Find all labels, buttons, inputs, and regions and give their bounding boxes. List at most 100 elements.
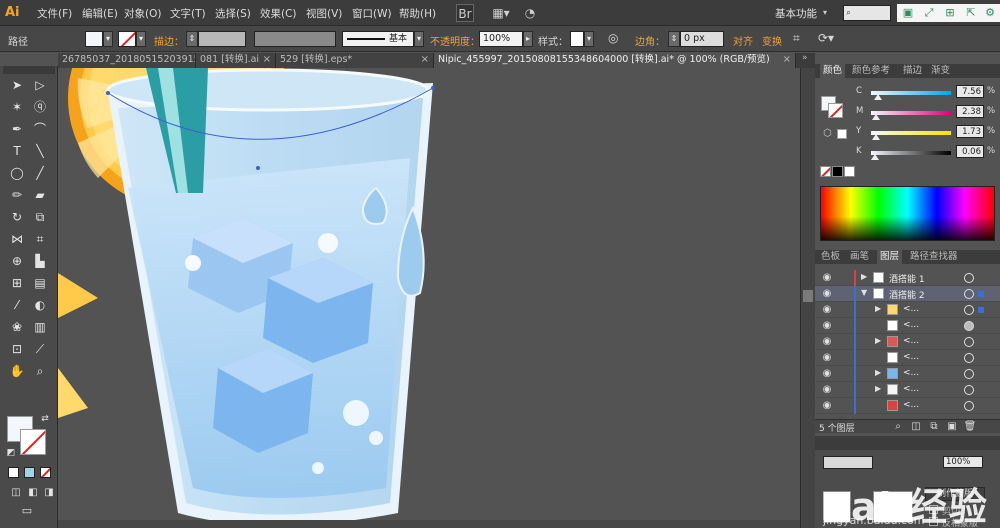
new-sublayer-icon[interactable]: ⧉ xyxy=(927,420,941,434)
channel-track[interactable] xyxy=(871,131,951,135)
layer-name[interactable]: <... xyxy=(903,368,919,378)
channel-knob[interactable] xyxy=(872,114,880,120)
vertical-scrollbar[interactable] xyxy=(800,68,815,528)
corner-label[interactable]: 边角： xyxy=(635,33,665,48)
gradient-mode-button[interactable] xyxy=(24,467,35,478)
layer-target-icon[interactable] xyxy=(964,289,974,299)
expand-triangle-icon[interactable]: ▶ xyxy=(861,272,867,281)
expand-triangle-icon[interactable]: ▶ xyxy=(875,304,881,313)
blend-tool-icon[interactable]: ◐ xyxy=(31,296,49,314)
export-icon[interactable]: ⇱ xyxy=(963,5,979,21)
stroke-weight-label[interactable]: 描边： xyxy=(154,33,184,48)
tab-gradient[interactable]: 渐变 xyxy=(928,64,953,78)
visibility-eye-icon[interactable]: ◉ xyxy=(820,400,834,412)
white-color-swatch[interactable] xyxy=(844,166,855,177)
visibility-eye-icon[interactable]: ◉ xyxy=(820,352,834,364)
direct-selection-tool-icon[interactable]: ▷ xyxy=(31,76,49,94)
mesh-tool-icon[interactable]: ⊞ xyxy=(8,274,26,292)
make-clipping-mask-icon[interactable]: ◫ xyxy=(909,420,923,434)
visibility-eye-icon[interactable]: ◉ xyxy=(820,288,834,300)
artwork[interactable] xyxy=(58,68,800,528)
channel-value[interactable]: 1.73 xyxy=(956,125,984,138)
none-color-swatch[interactable] xyxy=(820,166,831,177)
stroke-color-swatch[interactable] xyxy=(118,31,136,47)
scrollbar-thumb[interactable] xyxy=(803,290,813,302)
pencil-tool-icon[interactable]: ✏ xyxy=(8,186,26,204)
variable-width-profile[interactable] xyxy=(254,31,336,47)
panel-options-icon[interactable]: ⟳▾ xyxy=(818,31,834,45)
tab-pathfinder[interactable]: 路径查找器 xyxy=(907,250,961,264)
layer-row[interactable]: ◉ <... xyxy=(815,318,1000,334)
recolor-icon[interactable]: ◎ xyxy=(608,31,618,45)
tab-color[interactable]: 颜色 xyxy=(820,64,846,78)
free-transform-tool-icon[interactable]: ⌗ xyxy=(31,230,49,248)
sync-icon[interactable]: ◔ xyxy=(520,4,540,22)
tab-swatches[interactable]: 色板 xyxy=(818,250,843,264)
transform-link[interactable]: 变换 xyxy=(762,33,782,48)
search-input[interactable]: ⌕ xyxy=(843,5,891,21)
save-icon[interactable]: ▣ xyxy=(900,5,916,21)
eraser-tool-icon[interactable]: ▰ xyxy=(31,186,49,204)
new-layer-icon[interactable]: ▣ xyxy=(945,420,959,434)
layer-target-icon[interactable] xyxy=(964,369,974,379)
grid-icon[interactable]: ⊞ xyxy=(942,5,958,21)
color-mode-button[interactable] xyxy=(8,467,19,478)
magic-wand-tool-icon[interactable]: ✶ xyxy=(8,98,26,116)
corner-field[interactable]: 0 px xyxy=(680,31,724,47)
color-spectrum[interactable] xyxy=(820,186,995,241)
layer-row[interactable]: ◉ ▶ <... xyxy=(815,382,1000,398)
default-colors-icon[interactable]: ◩ xyxy=(2,444,20,462)
channel-track[interactable] xyxy=(871,91,951,95)
layer-row[interactable]: ◉ <... xyxy=(815,350,1000,366)
expand-triangle-icon[interactable]: ▶ xyxy=(875,368,881,377)
artboard-tool-icon[interactable]: ⊡ xyxy=(8,340,26,358)
menu-effect[interactable]: 效果(C) xyxy=(260,6,297,21)
channel-value[interactable]: 0.06 xyxy=(956,145,984,158)
perspective-grid-tool-icon[interactable]: ▙ xyxy=(31,252,49,270)
layer-row[interactable]: ◉ ▶ 酒搭能 1 xyxy=(815,270,1000,286)
visibility-eye-icon[interactable]: ◉ xyxy=(820,336,834,348)
transparency-opacity-field[interactable]: 100% xyxy=(943,456,983,468)
tab-stroke[interactable]: 描边 xyxy=(900,64,925,78)
pen-tool-icon[interactable]: ✒ xyxy=(8,120,26,138)
canvas-area[interactable] xyxy=(58,68,800,528)
document-tab[interactable]: 529 [转换].eps* × xyxy=(276,53,434,68)
tab-close-icon[interactable]: × xyxy=(783,53,791,67)
type-tool-icon[interactable]: T xyxy=(8,142,26,160)
brush-dropdown[interactable]: ▾ xyxy=(414,31,424,47)
scale-tool-icon[interactable]: ⧉ xyxy=(31,208,49,226)
opacity-dropdown[interactable]: ▸ xyxy=(523,31,533,47)
layer-name[interactable]: <... xyxy=(903,384,919,394)
tab-layers[interactable]: 图层 xyxy=(877,250,903,264)
layer-target-icon[interactable] xyxy=(964,385,974,395)
width-tool-icon[interactable]: ⋈ xyxy=(8,230,26,248)
layer-target-icon[interactable] xyxy=(964,353,974,363)
fill-color-swatch[interactable] xyxy=(85,31,103,47)
layer-target-icon[interactable] xyxy=(964,337,974,347)
layer-name[interactable]: <... xyxy=(903,352,919,362)
isolate-icon[interactable]: ⌗ xyxy=(793,31,800,46)
visibility-eye-icon[interactable]: ◉ xyxy=(820,320,834,332)
visibility-eye-icon[interactable]: ◉ xyxy=(820,384,834,396)
delete-layer-icon[interactable]: 🗑 xyxy=(963,420,977,434)
eyedropper-tool-icon[interactable]: ⁄ xyxy=(8,296,26,314)
bridge-icon[interactable]: Br xyxy=(456,4,474,22)
menu-object[interactable]: 对象(O) xyxy=(124,6,161,21)
channel-track[interactable] xyxy=(871,151,951,155)
fill-dropdown[interactable]: ▾ xyxy=(103,31,113,47)
expand-triangle-icon[interactable]: ▶ xyxy=(875,336,881,345)
stroke-color-box[interactable] xyxy=(20,429,46,455)
column-graph-tool-icon[interactable]: ▥ xyxy=(31,318,49,336)
hand-tool-icon[interactable]: ✋ xyxy=(8,362,26,380)
layer-name[interactable]: 酒搭能 2 xyxy=(889,288,925,301)
menu-view[interactable]: 视图(V) xyxy=(306,6,342,21)
lasso-tool-icon[interactable]: ⓠ xyxy=(31,98,49,116)
stroke-weight-stepper[interactable]: ⇕ xyxy=(186,31,198,47)
locate-object-icon[interactable]: ⌕ xyxy=(891,420,905,434)
draw-inside-icon[interactable]: ◨ xyxy=(40,484,58,502)
ellipse-tool-icon[interactable]: ◯ xyxy=(8,164,26,182)
black-color-swatch[interactable] xyxy=(832,166,843,177)
layer-name[interactable]: 酒搭能 1 xyxy=(889,272,925,285)
channel-knob[interactable] xyxy=(872,134,880,140)
zoom-tool-icon[interactable]: ⌕ xyxy=(31,362,49,380)
